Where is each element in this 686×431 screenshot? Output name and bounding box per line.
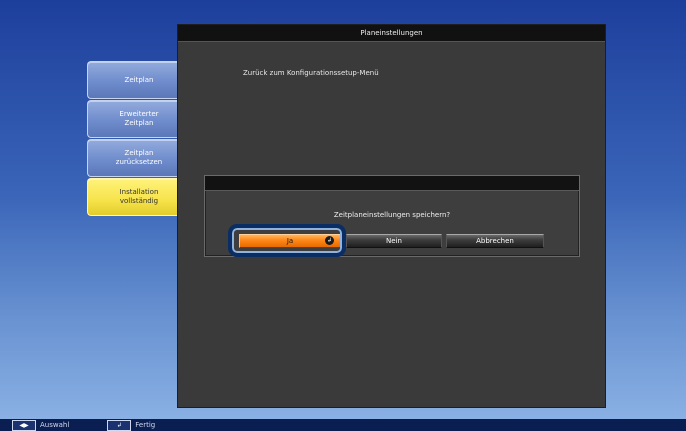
footer-done-label: Fertig [135, 421, 156, 429]
no-button-label: Nein [386, 237, 402, 245]
dialog-message: Zeitplaneinstellungen speichern? [333, 211, 451, 219]
sidebar-item-label: Erweiterter Zeitplan [119, 110, 159, 127]
page-title: Planeinstellungen [360, 29, 423, 37]
focus-highlight [228, 224, 346, 257]
sidebar-item-installation-vollstaendig[interactable]: Installation vollständig [87, 178, 191, 216]
enter-key-icon: ↲ [107, 419, 132, 431]
footer-select-label: Auswahl [40, 421, 70, 429]
back-to-config-menu-link[interactable]: Zurück zum Konfigurationssetup-Menü [243, 69, 379, 77]
sidebar-item-label: Zeitplan zurücksetzen [115, 149, 163, 166]
sidebar-item-zeitplan-zuruecksetzen[interactable]: Zeitplan zurücksetzen [87, 139, 191, 177]
dialog-title-bar [205, 176, 579, 191]
no-button[interactable]: Nein [346, 234, 442, 248]
footer-hint-bar: ◀▶ Auswahl ↲ Fertig [0, 419, 686, 431]
sidebar-item-erweiterter-zeitplan[interactable]: Erweiterter Zeitplan [87, 100, 191, 138]
cancel-button[interactable]: Abbrechen [446, 234, 544, 248]
sidebar-item-label: Zeitplan [124, 75, 154, 84]
cancel-button-label: Abbrechen [476, 237, 514, 245]
left-right-arrows-icon: ◀▶ [12, 419, 36, 431]
sidebar-item-zeitplan[interactable]: Zeitplan [87, 61, 191, 99]
sidebar-item-label: Installation vollständig [119, 188, 159, 205]
panel-title-bar: Planeinstellungen [178, 25, 605, 42]
